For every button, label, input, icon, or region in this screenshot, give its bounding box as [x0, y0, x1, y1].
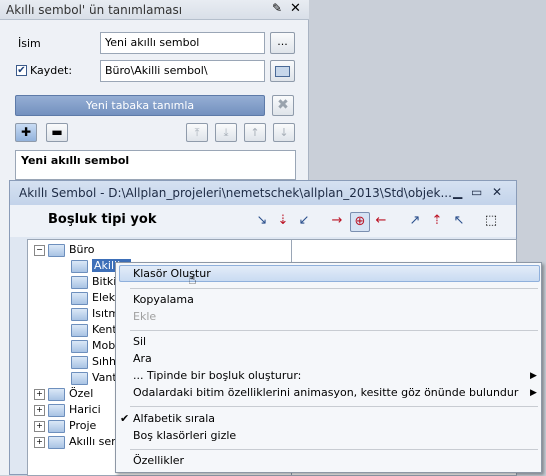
expand-icon[interactable]: + [34, 420, 45, 432]
add-icon: ✚ [20, 125, 32, 139]
folder-icon [275, 66, 290, 77]
remove-button[interactable]: ▬ [46, 123, 68, 142]
checkmark-icon: ✔ [120, 412, 130, 425]
new-layer-button[interactable]: Yeni tabaka tanımla [15, 95, 265, 116]
folder-icon [48, 435, 65, 449]
tree-node-root[interactable]: − Büro [34, 242, 95, 258]
submenu-arrow-icon: ▶ [530, 388, 537, 398]
delete-icon: ✖ [277, 97, 289, 113]
mouse-cursor-icon: ☝ [188, 272, 197, 288]
arrow-down-point-icon[interactable]: ⇣ [274, 212, 292, 230]
folder-icon [48, 419, 65, 433]
browse-button[interactable]: ... [270, 32, 295, 54]
save-path-field[interactable]: Büro\Akilli sembol\ [100, 60, 265, 82]
menu-item-room-finish-animation[interactable]: Odalardaki bitim özelliklerini animasyon… [133, 385, 518, 401]
arrow-in-left-icon[interactable]: ← [372, 212, 390, 230]
arrow-down-left-icon[interactable]: ↙ [295, 212, 313, 230]
menu-item-properties[interactable]: Özellikler [133, 453, 184, 469]
folder-icon [48, 387, 65, 401]
arrow-in-right-icon[interactable]: → [328, 212, 346, 230]
expand-icon[interactable]: + [34, 404, 45, 416]
tree-node-child[interactable]: Mobil [71, 338, 121, 354]
window-toolbar: Boşluk tipi yok ↘ ⇣ ↙ → ⊕ ← ↗ ⇡ ↖ ⬚ [10, 205, 516, 237]
tree-node-top[interactable]: + Harici [34, 402, 101, 418]
arrow-up-right-icon[interactable]: ↗ [406, 212, 424, 230]
context-menu: Klasör Oluştur ☝ Kopyalama Ekle Sil Ara … [115, 262, 542, 473]
folder-icon [71, 307, 88, 321]
add-button[interactable]: ✚ [15, 123, 37, 142]
symbol-list[interactable]: Yeni akıllı sembol [15, 150, 296, 180]
tree-node-top[interactable]: + Özel [34, 386, 93, 402]
menu-item-copy[interactable]: Kopyalama [133, 292, 194, 308]
selection-cursor-icon[interactable]: ⬚ [482, 212, 500, 230]
move-top-icon: ⤒ [194, 126, 200, 139]
folder-button[interactable] [270, 60, 295, 82]
minimize-icon[interactable]: ▁ [453, 185, 462, 199]
tree-node-child[interactable]: Sıhhi [71, 354, 119, 370]
toolbar-caption: Boşluk tipi yok [48, 212, 157, 227]
menu-item-hide-empty-folders[interactable]: Boş klasörleri gizle [133, 428, 236, 444]
menu-separator [130, 406, 538, 407]
folder-icon [71, 259, 88, 273]
pin-icon[interactable]: ✎ [272, 1, 282, 15]
move-bottom-icon: ⤓ [223, 126, 229, 139]
menu-item-paste[interactable]: Ekle [133, 309, 156, 325]
move-top-button[interactable]: ⤒ [186, 123, 208, 142]
close-icon[interactable]: ✕ [290, 1, 301, 16]
menu-separator [130, 330, 538, 331]
arrow-up-point-icon[interactable]: ⇡ [428, 212, 446, 230]
arrow-down-right-icon[interactable]: ↘ [253, 212, 271, 230]
name-label: İsim [18, 37, 41, 50]
folder-icon [71, 355, 88, 369]
expand-icon[interactable]: + [34, 388, 45, 400]
submenu-arrow-icon: ▶ [530, 371, 537, 381]
menu-item-search[interactable]: Ara [133, 351, 152, 367]
move-bottom-button[interactable]: ⤓ [215, 123, 237, 142]
delete-button[interactable]: ✖ [272, 95, 294, 116]
menu-item-create-folder[interactable]: Klasör Oluştur [133, 266, 211, 282]
folder-icon [48, 403, 65, 417]
menu-item-sort-alphabetical[interactable]: Alfabetik sırala [133, 411, 215, 427]
move-up-button[interactable]: ↑ [244, 123, 266, 142]
collapse-icon[interactable]: − [34, 244, 45, 256]
folder-icon [71, 323, 88, 337]
folder-icon [71, 371, 88, 385]
move-down-button[interactable]: ↓ [273, 123, 295, 142]
menu-item-delete[interactable]: Sil [133, 334, 146, 350]
maximize-icon[interactable]: ▭ [471, 185, 482, 199]
folder-icon [71, 339, 88, 353]
menu-separator [130, 449, 538, 450]
menu-separator [130, 288, 538, 289]
window-title: Akıllı Sembol - D:\Allplan_projeleri\nem… [19, 186, 452, 200]
minus-icon: ▬ [51, 125, 63, 139]
arrow-up-left-icon[interactable]: ↖ [450, 212, 468, 230]
close-window-icon[interactable]: ✕ [492, 185, 502, 199]
save-label: Kaydet: [30, 64, 73, 77]
menu-item-create-space-type[interactable]: ... Tipinde bir boşluk oluşturur: [133, 368, 301, 384]
expand-icon[interactable]: + [34, 436, 45, 448]
window-title-bar: Akıllı Sembol - D:\Allplan_projeleri\nem… [10, 181, 516, 205]
arrow-up-icon: ↑ [250, 126, 260, 139]
palette-title-bar: Akıllı sembol' ün tanımlaması ✎ ✕ [0, 0, 309, 20]
palette-title: Akıllı sembol' ün tanımlaması [6, 3, 183, 17]
center-target-icon[interactable]: ⊕ [350, 212, 370, 232]
tree-node-child[interactable]: Kent [71, 322, 117, 338]
arrow-down-icon: ↓ [279, 126, 289, 139]
folder-open-icon [48, 243, 65, 257]
folder-icon [71, 291, 88, 305]
name-field[interactable]: Yeni akıllı sembol [100, 32, 265, 54]
folder-icon [71, 275, 88, 289]
symbol-list-item[interactable]: Yeni akıllı sembol [21, 154, 129, 167]
tree-node-top[interactable]: + Proje [34, 418, 96, 434]
save-checkbox[interactable]: ✔ [16, 65, 27, 76]
